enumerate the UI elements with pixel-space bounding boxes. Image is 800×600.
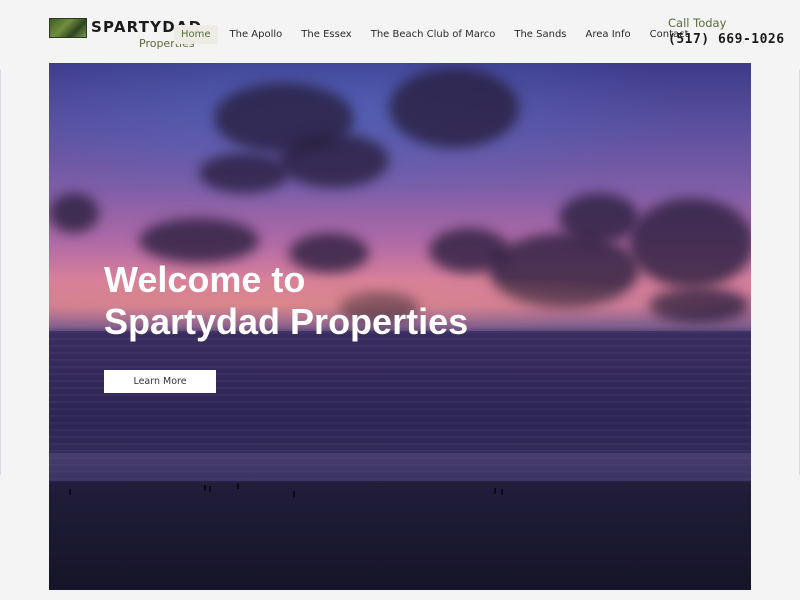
beach-figure	[209, 486, 211, 492]
cloud	[49, 193, 99, 233]
beach-figure	[501, 489, 503, 495]
surf	[49, 453, 751, 483]
cloud	[559, 193, 639, 243]
beach-figure	[204, 485, 206, 491]
logo-image	[49, 18, 87, 38]
page: SPARTYDAD Properties Home The Apollo The…	[0, 0, 800, 600]
page-edge-left	[0, 70, 1, 475]
call-today-label: Call Today	[668, 16, 727, 30]
hero-title-line-2: Spartydad Properties	[104, 301, 469, 342]
cloud	[279, 133, 389, 188]
cloud	[199, 153, 289, 193]
nav-item-the-sands[interactable]: The Sands	[507, 25, 573, 44]
main-nav: Home The Apollo The Essex The Beach Club…	[174, 24, 701, 44]
beach-figure	[69, 489, 71, 495]
site-header: SPARTYDAD Properties Home The Apollo The…	[0, 0, 800, 62]
hero-title-line-1: Welcome to	[104, 259, 306, 300]
beach-figure	[293, 491, 295, 497]
cloud	[139, 218, 259, 263]
hero-banner: Welcome to Spartydad Properties Learn Mo…	[49, 63, 751, 590]
beach	[49, 483, 751, 590]
learn-more-button[interactable]: Learn More	[104, 370, 216, 393]
beach-figure	[237, 483, 239, 489]
nav-item-area-info[interactable]: Area Info	[579, 25, 638, 44]
beach-figure	[494, 488, 496, 494]
nav-item-the-apollo[interactable]: The Apollo	[223, 25, 290, 44]
hero-title: Welcome to Spartydad Properties	[104, 259, 468, 343]
nav-item-home[interactable]: Home	[174, 24, 218, 44]
call-today-block: Call Today (517) 669-1026	[668, 16, 796, 47]
nav-item-the-beach-club-of-marco[interactable]: The Beach Club of Marco	[364, 25, 503, 44]
phone-number-link[interactable]: (517) 669-1026	[668, 32, 796, 47]
cloud	[389, 68, 519, 148]
nav-item-the-essex[interactable]: The Essex	[294, 25, 358, 44]
